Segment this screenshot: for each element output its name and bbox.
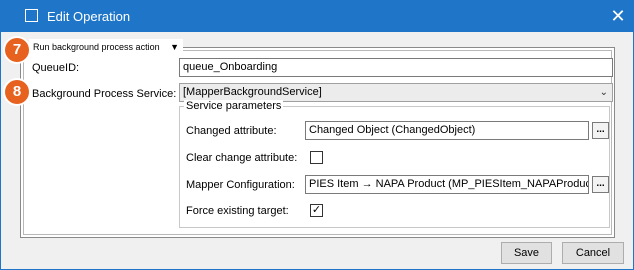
mapper-configuration-input[interactable]: PIES Item → NAPA Product (MP_PIESItem_NA… xyxy=(305,175,589,194)
chevron-down-icon: ▼ xyxy=(170,42,180,52)
save-button[interactable]: Save xyxy=(501,242,552,264)
changed-attribute-label: Changed attribute: xyxy=(186,125,277,137)
clear-change-checkbox[interactable] xyxy=(310,151,323,164)
force-existing-checkbox[interactable]: ✓ xyxy=(310,204,323,217)
step-badge-7: 7 xyxy=(5,38,29,62)
section-toggle[interactable]: Run background process action ▼ xyxy=(29,39,184,55)
clear-change-label: Clear change attribute: xyxy=(186,152,298,164)
mapper-configuration-browse-button[interactable]: ... xyxy=(592,176,609,193)
changed-attribute-browse-button[interactable]: ... xyxy=(592,122,609,139)
window-icon xyxy=(25,9,38,22)
close-icon[interactable]: ✕ xyxy=(607,5,629,27)
service-select-value: [MapperBackgroundService] xyxy=(183,86,322,98)
queueid-input[interactable]: queue_Onboarding xyxy=(179,58,613,77)
section-title: Run background process action xyxy=(33,42,160,52)
checkmark-icon: ✓ xyxy=(311,204,322,216)
chevron-down-icon: ⌄ xyxy=(599,87,608,98)
queueid-label: QueueID: xyxy=(32,62,80,74)
service-parameters-legend: Service parameters xyxy=(184,100,284,112)
cancel-button[interactable]: Cancel xyxy=(562,242,624,264)
title-bar: Edit Operation ✕ xyxy=(1,1,633,32)
mapper-configuration-label: Mapper Configuration: xyxy=(186,179,295,191)
edit-operation-dialog: Edit Operation ✕ Run background process … xyxy=(0,0,634,270)
step-badge-8: 8 xyxy=(5,80,29,104)
changed-attribute-input[interactable]: Changed Object (ChangedObject) xyxy=(305,121,589,140)
service-label: Background Process Service: xyxy=(32,88,177,100)
window-title: Edit Operation xyxy=(47,9,131,24)
force-existing-label: Force existing target: xyxy=(186,205,289,217)
